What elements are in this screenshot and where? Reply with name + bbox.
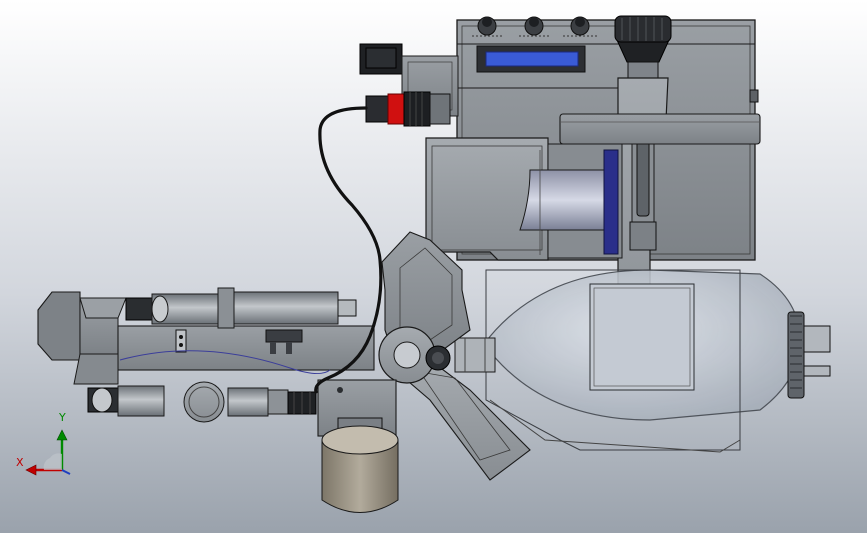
coordinate-triad: X Y bbox=[14, 410, 80, 480]
lower-fittings[interactable] bbox=[87, 381, 317, 423]
cad-graphics-viewport[interactable]: X Y bbox=[0, 0, 867, 533]
cylinder-housing bbox=[425, 137, 623, 261]
triad-axes bbox=[25, 429, 71, 476]
control-knobs[interactable] bbox=[472, 16, 597, 37]
cross-bar bbox=[559, 113, 761, 145]
red-connector[interactable] bbox=[365, 91, 451, 127]
assembly-model[interactable] bbox=[0, 0, 867, 533]
bulb-reservoir bbox=[483, 269, 831, 453]
upper-rod bbox=[125, 287, 357, 329]
counter-weight bbox=[321, 417, 399, 513]
bulb-neck bbox=[454, 337, 496, 373]
y-axis-label: Y bbox=[59, 411, 66, 424]
x-axis-label: X bbox=[16, 456, 24, 469]
lcd-display bbox=[476, 45, 586, 73]
